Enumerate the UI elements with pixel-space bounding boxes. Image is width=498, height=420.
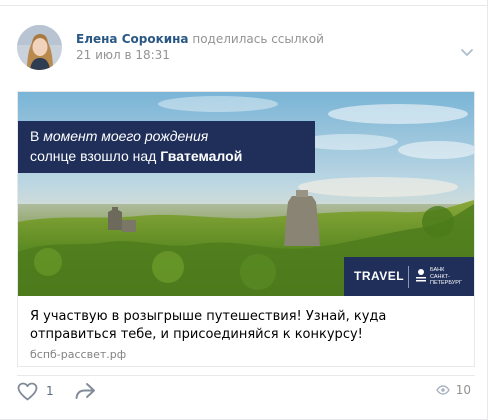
bank-name-line3: ПЕТЕРБУРГ <box>430 280 462 286</box>
brand-badge: TRAVEL БАНК САНКТ- ПЕТЕРБУРГ <box>344 257 474 296</box>
attachment-banner[interactable]: В момент моего рождения солнце взошло на… <box>18 92 474 296</box>
post-date-link[interactable]: 21 июл в 18:31 <box>76 48 170 62</box>
avatar-photo <box>17 25 62 70</box>
banner-headline: В момент моего рождения солнце взошло на… <box>18 121 315 173</box>
like-count: 1 <box>46 384 54 398</box>
bank-name: БАНК САНКТ- ПЕТЕРБУРГ <box>430 267 462 287</box>
share-arrow-icon <box>75 383 95 399</box>
brand-divider <box>408 266 409 288</box>
post-menu-button[interactable] <box>458 44 476 58</box>
chevron-down-icon <box>461 49 473 56</box>
link-attachment[interactable]: В момент моего рождения солнце взошло на… <box>17 91 475 367</box>
post-author: Елена Сорокина поделилась ссылкой <box>76 32 324 46</box>
headline-line2-plain: солнце взошло над <box>30 148 161 164</box>
headline-line2-bold: Гватемалой <box>160 148 243 164</box>
share-button[interactable] <box>74 381 96 401</box>
bank-logo-icon <box>416 269 426 282</box>
divider <box>0 5 488 6</box>
wall-post: Елена Сорокина поделилась ссылкой 21 июл… <box>0 0 488 420</box>
headline-line2: солнце взошло над Гватемалой <box>30 148 242 164</box>
brand-label: TRAVEL <box>354 269 405 283</box>
eye-icon <box>435 385 450 395</box>
author-action: поделилась ссылкой <box>192 32 324 46</box>
headline-line1: В момент моего рождения <box>30 128 208 144</box>
attachment-description[interactable]: Я участвую в розыгрыше путешествия! Узна… <box>30 308 460 344</box>
headline-line1-italic: момент моего рождения <box>43 128 209 144</box>
author-name-link[interactable]: Елена Сорокина <box>76 32 189 46</box>
divider <box>17 375 475 376</box>
avatar[interactable] <box>17 25 62 70</box>
like-button[interactable]: 1 <box>17 381 54 401</box>
views-count: 10 <box>455 383 471 397</box>
views-counter: 10 <box>435 383 471 397</box>
heart-icon <box>17 382 38 400</box>
headline-line1-plain: В <box>30 128 44 144</box>
attachment-domain[interactable]: бспб-рассвет.рф <box>30 348 126 361</box>
